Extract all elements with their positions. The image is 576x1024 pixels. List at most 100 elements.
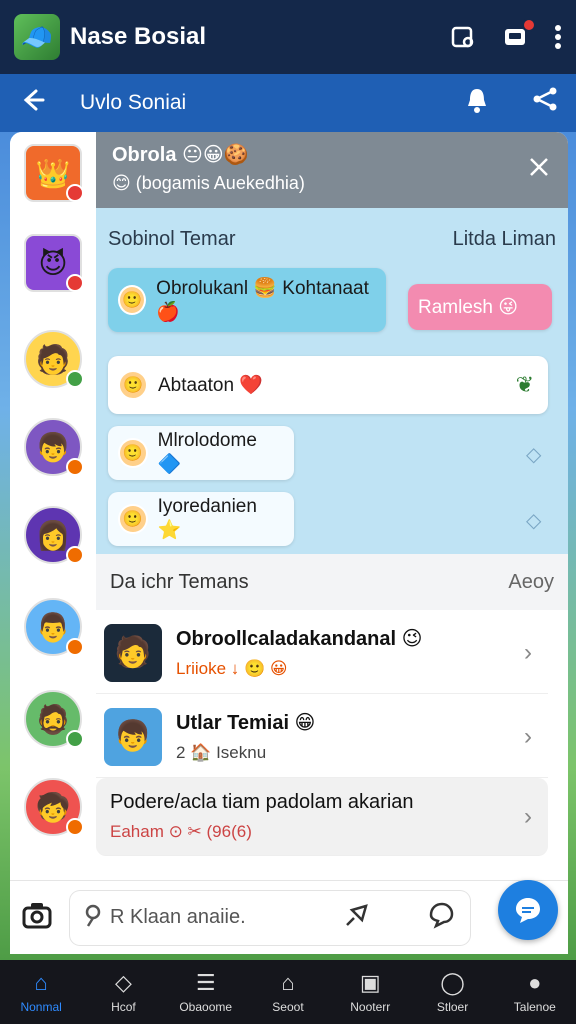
rail-avatar-7[interactable]: 🧔 — [24, 690, 84, 748]
app-title: Nase Bosial — [70, 23, 207, 50]
list-item[interactable]: 🧑 Obroollcaladakandanal 😉 Lriioke ↓ 🙂 😀 … — [96, 612, 548, 694]
rail-badge — [66, 370, 84, 388]
chat-fab-button[interactable] — [498, 880, 558, 940]
nav-item-hcof[interactable]: ◇ Hcof — [82, 960, 164, 1024]
rail-avatar-3[interactable]: 🧑 — [24, 330, 84, 388]
nav-label: Stloer — [436, 1000, 469, 1014]
rail-avatar-8[interactable]: 🧒 — [24, 778, 84, 836]
app-actions — [450, 18, 562, 50]
list-icon: ☰ — [195, 970, 216, 995]
chat-title: Obrola 😐😀🍪 — [112, 144, 249, 166]
chat-header: Obrola 😐😀🍪 😊 (bogamis Auekedhia) — [96, 132, 568, 208]
sub-title: Uvlo Soniai — [80, 91, 187, 114]
chat-bubble-text: Obrolukanl 🍔 Kohtanaat🍎 — [156, 278, 369, 323]
chat-subtitle: 😊 (bogamis Auekedhia) — [112, 173, 305, 193]
chat-bubble-1[interactable]: 🙂 Obrolukanl 🍔 Kohtanaat🍎 — [108, 268, 386, 332]
chevron-right-icon[interactable]: › — [524, 803, 532, 831]
list-title: Podere/acla tiam padolam akarian — [110, 791, 414, 813]
rail-badge — [66, 274, 84, 292]
list-texts: Podere/acla tiam padolam akarian Eaham ⊙… — [96, 791, 524, 842]
nav-item-obaoome[interactable]: ☰ Obaoome — [165, 960, 247, 1024]
chat-section-left: Sobinol Temar — [108, 228, 236, 250]
chevron-right-icon[interactable]: › — [524, 723, 532, 751]
chat-bubble-text: Iyoredanien ⭐ — [157, 496, 257, 541]
rail-badge — [66, 818, 84, 836]
nav-item-stloer[interactable]: ◯ Stloer — [411, 960, 493, 1024]
chat-bubble-2[interactable]: Ramlesh 😜 — [408, 284, 552, 330]
diamond-icon: ◇ — [114, 970, 132, 995]
rail-avatar-6[interactable]: 👨 — [24, 598, 84, 656]
share-icon[interactable] — [532, 86, 558, 121]
chat-bubble-text: Ramlesh 😜 — [418, 296, 519, 318]
chat-bubble-text: Abtaaton ❤️ — [158, 375, 264, 396]
rail-avatar-2[interactable]: 😈 — [24, 234, 84, 292]
pin-icon[interactable] — [342, 900, 372, 936]
list-title: Obroollcaladakandanal 😉 — [176, 628, 423, 650]
house-icon: ⌂ — [281, 970, 295, 995]
card-icon[interactable] — [450, 24, 476, 50]
nav-label: Obaoome — [179, 1000, 233, 1014]
friends-section-head: Da ichr Temans Aeoy — [96, 554, 568, 610]
chat-area: Sobinol Temar Litda Liman 🙂 Obrolukanl 🍔… — [96, 208, 568, 554]
list-subtitle: Eaham ⊙ ✂ (96(6) — [110, 822, 252, 841]
nav-label: Talenoe — [513, 1000, 556, 1014]
user-avatar: 🙂 — [118, 285, 147, 315]
list-thumb: 👦 — [104, 707, 162, 766]
chat-section-head: Sobinol Temar Litda Liman — [108, 208, 556, 251]
list-texts: Obroollcaladakandanal 😉 Lriioke ↓ 🙂 😀 — [176, 626, 524, 679]
nav-label: Nooterr — [350, 1000, 391, 1014]
list-texts: Utlar Temiai 😁 2 🏠 Iseknu — [176, 710, 524, 763]
bottom-nav: ⌂ Nonmal ◇ Hcof ☰ Obaoome ⌂ Seoot ▣ Noot… — [0, 960, 576, 1024]
search-icon — [84, 903, 102, 933]
top-app-bar: 🧢 Nase Bosial — [0, 0, 576, 74]
image-icon: ▣ — [359, 970, 381, 995]
camera-icon[interactable] — [22, 901, 52, 934]
user-avatar: 🙂 — [118, 370, 148, 400]
list-subtitle: Lriioke ↓ 🙂 😀 — [176, 659, 288, 678]
nav-item-nooterr[interactable]: ▣ Nooterr — [329, 960, 411, 1024]
nav-item-home[interactable]: ⌂ Nonmal — [0, 960, 82, 1024]
app-logo: 🧢 — [14, 14, 60, 60]
search-bar: R Klaan anaiie. — [10, 880, 568, 954]
rail-badge — [66, 546, 84, 564]
bell-icon[interactable] — [464, 86, 490, 121]
leaf-icon[interactable]: ❦ — [516, 372, 534, 398]
nav-label: Nonmal — [20, 1000, 62, 1014]
list-title: Utlar Temiai 😁 — [176, 712, 316, 734]
diamond-icon: ◇ — [526, 510, 542, 532]
inbox-icon[interactable] — [502, 18, 536, 50]
rail-badge — [66, 458, 84, 476]
rail-badge — [66, 730, 84, 748]
diamond-icon: ◇ — [526, 444, 542, 466]
rail-badge — [66, 638, 84, 656]
user-avatar: 🙂 — [118, 438, 148, 468]
nav-item-seoot[interactable]: ⌂ Seoot — [247, 960, 329, 1024]
sticker-icon[interactable] — [426, 900, 456, 936]
chat-section-right: Litda Liman — [452, 228, 556, 250]
chat-bubble-3[interactable]: 🙂 Abtaaton ❤️ ❦ — [108, 356, 548, 414]
list-item[interactable]: Podere/acla tiam padolam akarian Eaham ⊙… — [96, 778, 548, 856]
search-placeholder: R Klaan anaiie. — [110, 906, 246, 928]
chat-bubble-5[interactable]: 🙂 Iyoredanien ⭐ — [108, 492, 294, 546]
avatar-rail: 👑 😈 🧑 👦 👩 👨 🧔 🧒 — [10, 132, 96, 950]
rail-avatar-1[interactable]: 👑 — [24, 144, 84, 202]
close-icon[interactable] — [528, 154, 550, 185]
nav-label: Seoot — [272, 1000, 304, 1014]
user-avatar: 🙂 — [118, 504, 148, 534]
search-input[interactable]: R Klaan anaiie. — [70, 890, 470, 945]
rail-avatar-4[interactable]: 👦 — [24, 418, 84, 476]
sub-header: Uvlo Soniai — [0, 74, 576, 132]
sub-actions — [464, 86, 558, 121]
chat-bubble-4[interactable]: 🙂 Mlrolodome 🔷 — [108, 426, 294, 480]
rail-avatar-5[interactable]: 👩 — [24, 506, 84, 564]
chevron-right-icon[interactable]: › — [524, 639, 532, 667]
nav-label: Hcof — [111, 1000, 136, 1014]
chat-icon: ◯ — [440, 970, 465, 995]
arrow-left-icon[interactable] — [18, 86, 58, 121]
list-item[interactable]: 👦 Utlar Temiai 😁 2 🏠 Iseknu › — [96, 696, 548, 778]
more-vert-icon[interactable] — [554, 24, 562, 50]
friends-section-right[interactable]: Aeoy — [508, 571, 554, 594]
person-icon: ● — [528, 970, 542, 995]
nav-item-talenoe[interactable]: ● Talenoe — [494, 960, 576, 1024]
chat-bubble-text: Mlrolodome 🔷 — [157, 430, 257, 475]
